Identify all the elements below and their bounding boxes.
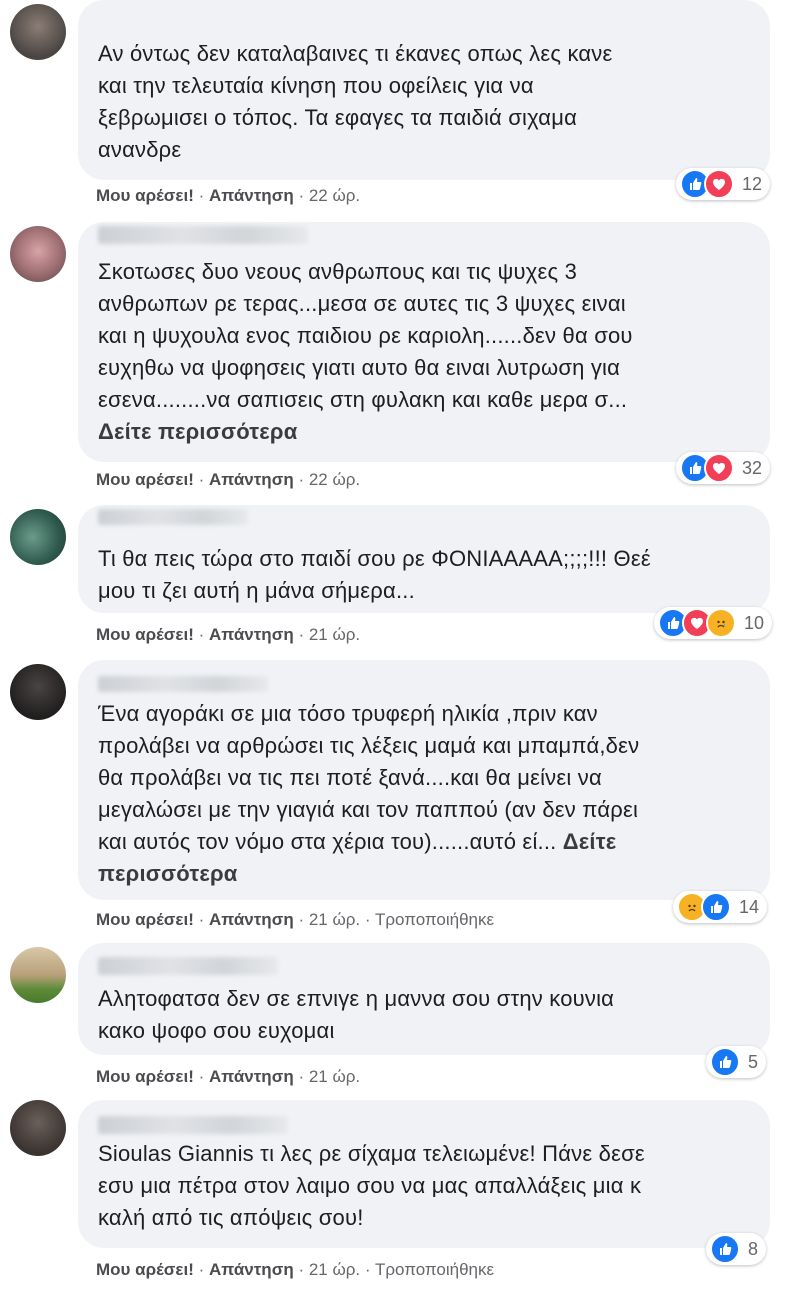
reaction-count: 12 xyxy=(742,173,763,194)
author-name-blurred[interactable] xyxy=(98,509,248,525)
comment-actions: Μου αρέσει! · Απάντηση · 21 ώρ. · Τροποπ… xyxy=(96,910,495,929)
author-name-blurred[interactable] xyxy=(98,676,268,692)
comment-bubble: Ένα αγοράκι σε μια τόσο τρυφερή ηλικία ,… xyxy=(78,660,770,900)
like-link[interactable]: Μου αρέσει! xyxy=(96,910,194,929)
reaction-count: 32 xyxy=(742,457,763,478)
avatar[interactable] xyxy=(10,509,66,565)
comment-text: Αν όντως δεν καταλαβαινες τι έκανες οπως… xyxy=(98,41,613,162)
reaction-count: 8 xyxy=(748,1238,759,1259)
timestamp[interactable]: 21 ώρ. xyxy=(309,910,360,929)
comment-bubble: Αν όντως δεν καταλαβαινες τι έκανες οπως… xyxy=(78,0,770,180)
like-link[interactable]: Μου αρέσει! xyxy=(96,1067,194,1086)
reply-link[interactable]: Απάντηση xyxy=(209,910,294,929)
comment-actions: Μου αρέσει! · Απάντηση · 21 ώρ. xyxy=(96,625,361,644)
comment-actions: Μου αρέσει! · Απάντηση · 21 ώρ. xyxy=(96,1067,361,1086)
comment-actions: Μου αρέσει! · Απάντηση · 22 ώρ. xyxy=(96,470,361,489)
comment-text: Ένα αγοράκι σε μια τόσο τρυφερή ηλικία ,… xyxy=(98,660,750,890)
like-link[interactable]: Μου αρέσει! xyxy=(96,625,194,644)
like-reaction-icon xyxy=(701,892,731,922)
sad-reaction-icon xyxy=(706,608,736,638)
comment-body: Σκοτωσες δυο νεους ανθρωπους και τις ψυχ… xyxy=(98,259,633,412)
reaction-summary[interactable]: 5 xyxy=(706,1046,767,1078)
avatar[interactable] xyxy=(10,1100,66,1156)
reaction-summary[interactable]: 8 xyxy=(706,1233,767,1265)
timestamp[interactable]: 22 ώρ. xyxy=(309,470,360,489)
avatar[interactable] xyxy=(10,947,66,1003)
timestamp[interactable]: 21 ώρ. xyxy=(309,625,360,644)
comment-text: Σκοτωσες δυο νεους ανθρωπους και τις ψυχ… xyxy=(98,222,750,448)
love-reaction-icon xyxy=(704,169,734,199)
comment-actions: Μου αρέσει! · Απάντηση · 22 ώρ. xyxy=(96,186,361,205)
reply-link[interactable]: Απάντηση xyxy=(209,1067,294,1086)
like-link[interactable]: Μου αρέσει! xyxy=(96,186,194,205)
like-link[interactable]: Μου αρέσει! xyxy=(96,1260,194,1279)
reaction-summary[interactable]: 32 xyxy=(676,452,771,484)
comment-bubble: Sioulas Giannis τι λες ρε σίχαμα τελειωμ… xyxy=(78,1100,770,1248)
reply-link[interactable]: Απάντηση xyxy=(209,470,294,489)
edited-label[interactable]: Τροποποιήθηκε xyxy=(375,910,494,929)
reaction-summary[interactable]: 12 xyxy=(676,168,771,200)
author-name-blurred[interactable] xyxy=(98,957,278,975)
reaction-summary[interactable]: 14 xyxy=(673,891,768,923)
timestamp[interactable]: 22 ώρ. xyxy=(309,186,360,205)
reply-link[interactable]: Απάντηση xyxy=(209,186,294,205)
edited-label[interactable]: Τροποποιήθηκε xyxy=(375,1260,494,1279)
avatar[interactable] xyxy=(10,226,66,282)
avatar[interactable] xyxy=(10,664,66,720)
reply-link[interactable]: Απάντηση xyxy=(209,625,294,644)
comment-actions: Μου αρέσει! · Απάντηση · 21 ώρ. · Τροποπ… xyxy=(96,1260,495,1279)
timestamp[interactable]: 21 ώρ. xyxy=(309,1260,360,1279)
reply-link[interactable]: Απάντηση xyxy=(209,1260,294,1279)
reaction-count: 5 xyxy=(748,1051,759,1072)
comment-bubble: Τι θα πεις τώρα στο παιδί σου ρε ΦΟΝΙΑΑΑ… xyxy=(78,505,770,613)
love-reaction-icon xyxy=(704,453,734,483)
reaction-count: 10 xyxy=(744,612,765,633)
see-more-link[interactable]: Δείτε περισσότερα xyxy=(98,419,297,444)
like-reaction-icon xyxy=(710,1234,740,1264)
reaction-count: 14 xyxy=(739,896,760,917)
reaction-summary[interactable]: 10 xyxy=(654,607,773,639)
comment-bubble: Αλητοφατσα δεν σε επνιγε η μαννα σου στη… xyxy=(78,943,770,1055)
like-reaction-icon xyxy=(710,1047,740,1077)
author-name-blurred[interactable] xyxy=(98,226,308,244)
author-name-blurred[interactable] xyxy=(98,1116,288,1134)
avatar[interactable] xyxy=(10,4,66,60)
comment-body: Ένα αγοράκι σε μια τόσο τρυφερή ηλικία ,… xyxy=(98,701,640,854)
comment-bubble: Σκοτωσες δυο νεους ανθρωπους και τις ψυχ… xyxy=(78,222,770,462)
timestamp[interactable]: 21 ώρ. xyxy=(309,1067,360,1086)
like-link[interactable]: Μου αρέσει! xyxy=(96,470,194,489)
